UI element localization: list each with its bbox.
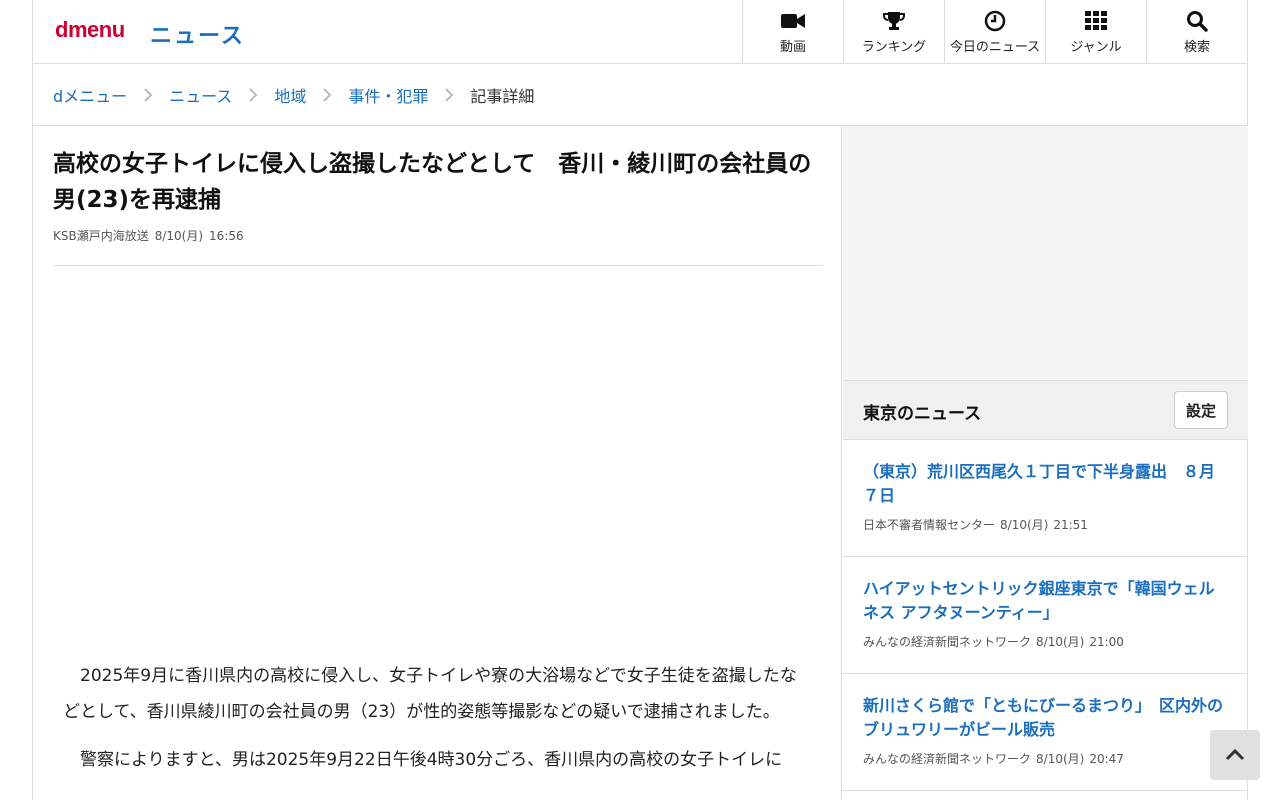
news-item-meta: みんなの経済新聞ネットワーク 8/10(月) 20:47 <box>863 750 1228 767</box>
breadcrumb-current: 記事詳細 <box>470 86 535 106</box>
sidebar: 東京のニュース 設定 （東京）荒川区西尾久１丁目で下半身露出 ８月７日 日本不審… <box>843 126 1248 800</box>
news-item-source: みんなの経済新聞ネットワーク <box>863 635 1032 649</box>
news-item-meta: 日本不審者情報センター 8/10(月) 21:51 <box>863 516 1228 533</box>
news-item-title[interactable]: 新川さくら館で「ともにびーるまつり」 区内外のブリュワリーがビール販売 <box>863 694 1228 742</box>
nav-label: ランキング <box>861 40 927 55</box>
nav-label: 動画 <box>779 40 806 55</box>
news-item-title[interactable]: （東京）荒川区西尾久１丁目で下半身露出 ８月７日 <box>863 460 1228 508</box>
chevron-right-icon <box>127 87 169 103</box>
nav-label: 検索 <box>1183 40 1210 55</box>
nav-ranking[interactable]: ランキング <box>843 0 944 64</box>
logo-d: d <box>55 17 68 42</box>
video-camera-icon <box>781 10 805 32</box>
news-item-source: 日本不審者情報センター <box>863 518 996 532</box>
chevron-right-icon <box>428 87 470 103</box>
nav-search[interactable]: 検索 <box>1146 0 1247 64</box>
settings-button[interactable]: 設定 <box>1174 391 1228 429</box>
breadcrumb: dメニュー ニュース 地域 事件・犯罪 記事詳細 <box>33 64 1248 126</box>
site-header: d menu ニュース 動画 ランキング 今日のニュース ジャンル 検索 <box>33 0 1248 64</box>
sidebar-title: 東京のニュース <box>863 404 982 424</box>
news-item-source: みんなの経済新聞ネットワーク <box>863 752 1032 766</box>
list-item[interactable]: ハイアットセントリック銀座東京で「韓国ウェルネス アフタヌーンティー」 みんなの… <box>843 557 1248 674</box>
news-item-time: 21:51 <box>1053 518 1088 532</box>
article-source: KSB瀬戸内海放送 <box>53 229 149 243</box>
list-item[interactable]: 新川さくら館で「ともにびーるまつり」 区内外のブリュワリーがビール販売 みんなの… <box>843 674 1248 791</box>
breadcrumb-region[interactable]: 地域 <box>274 83 306 107</box>
article-date: 8/10(月) <box>154 229 204 243</box>
ad-space <box>53 271 823 641</box>
list-item[interactable]: （東京）荒川区西尾久１丁目で下半身露出 ８月７日 日本不審者情報センター 8/10… <box>843 440 1248 557</box>
article-time: 16:56 <box>209 229 244 243</box>
article-body: 2025年9月に香川県内の高校に侵入し、女子トイレや寮の大浴場などで女子生徒を盗… <box>63 658 813 790</box>
article-paragraph: 2025年9月に香川県内の高校に侵入し、女子トイレや寮の大浴場などで女子生徒を盗… <box>63 666 797 722</box>
page-frame: d menu ニュース 動画 ランキング 今日のニュース ジャンル 検索 dメニ… <box>32 0 1248 800</box>
grid-icon <box>1084 10 1108 32</box>
sidebar-news-list: （東京）荒川区西尾久１丁目で下半身露出 ８月７日 日本不審者情報センター 8/10… <box>843 440 1248 791</box>
nav-genre[interactable]: ジャンル <box>1045 0 1146 64</box>
trophy-icon <box>882 10 906 32</box>
nav-label: 今日のニュース <box>949 40 1041 55</box>
chevron-right-icon <box>232 87 274 103</box>
article-meta: KSB瀬戸内海放送 8/10(月) 16:56 <box>53 227 250 244</box>
article-paragraph: 警察によりますと、男は2025年9月22日午後4時30分ごろ、香川県内の高校の女… <box>80 750 783 770</box>
search-icon <box>1185 10 1209 32</box>
news-item-date: 8/10(月) <box>1000 518 1049 532</box>
chevron-right-icon <box>306 87 348 103</box>
section-title[interactable]: ニュース <box>150 18 245 50</box>
article: 高校の女子トイレに侵入し盗撮したなどとして 香川・綾川町の会社員の男(23)を再… <box>33 126 842 800</box>
chevron-up-icon <box>1225 746 1245 765</box>
clock-icon <box>983 10 1007 32</box>
dmenu-logo[interactable]: d menu <box>55 17 125 45</box>
article-title: 高校の女子トイレに侵入し盗撮したなどとして 香川・綾川町の会社員の男(23)を再… <box>53 151 812 213</box>
news-item-date: 8/10(月) <box>1036 752 1085 766</box>
news-item-time: 20:47 <box>1089 752 1124 766</box>
news-item-title[interactable]: ハイアットセントリック銀座東京で「韓国ウェルネス アフタヌーンティー」 <box>863 577 1228 625</box>
breadcrumb-news[interactable]: ニュース <box>169 83 232 107</box>
breadcrumb-dmenu[interactable]: dメニュー <box>53 83 127 107</box>
divider <box>53 265 823 266</box>
news-item-meta: みんなの経済新聞ネットワーク 8/10(月) 21:00 <box>863 633 1228 650</box>
nav-video[interactable]: 動画 <box>742 0 843 64</box>
nav-today[interactable]: 今日のニュース <box>944 0 1045 64</box>
scroll-to-top-button[interactable] <box>1210 730 1260 780</box>
header-nav: 動画 ランキング 今日のニュース ジャンル 検索 <box>742 0 1247 64</box>
logo-menu: menu <box>67 17 125 42</box>
news-item-time: 21:00 <box>1089 635 1124 649</box>
breadcrumb-crime[interactable]: 事件・犯罪 <box>348 83 428 107</box>
sidebar-ad-space <box>843 126 1248 380</box>
news-item-date: 8/10(月) <box>1036 635 1085 649</box>
nav-label: ジャンル <box>1070 40 1122 55</box>
sidebar-header: 東京のニュース 設定 <box>843 380 1248 440</box>
